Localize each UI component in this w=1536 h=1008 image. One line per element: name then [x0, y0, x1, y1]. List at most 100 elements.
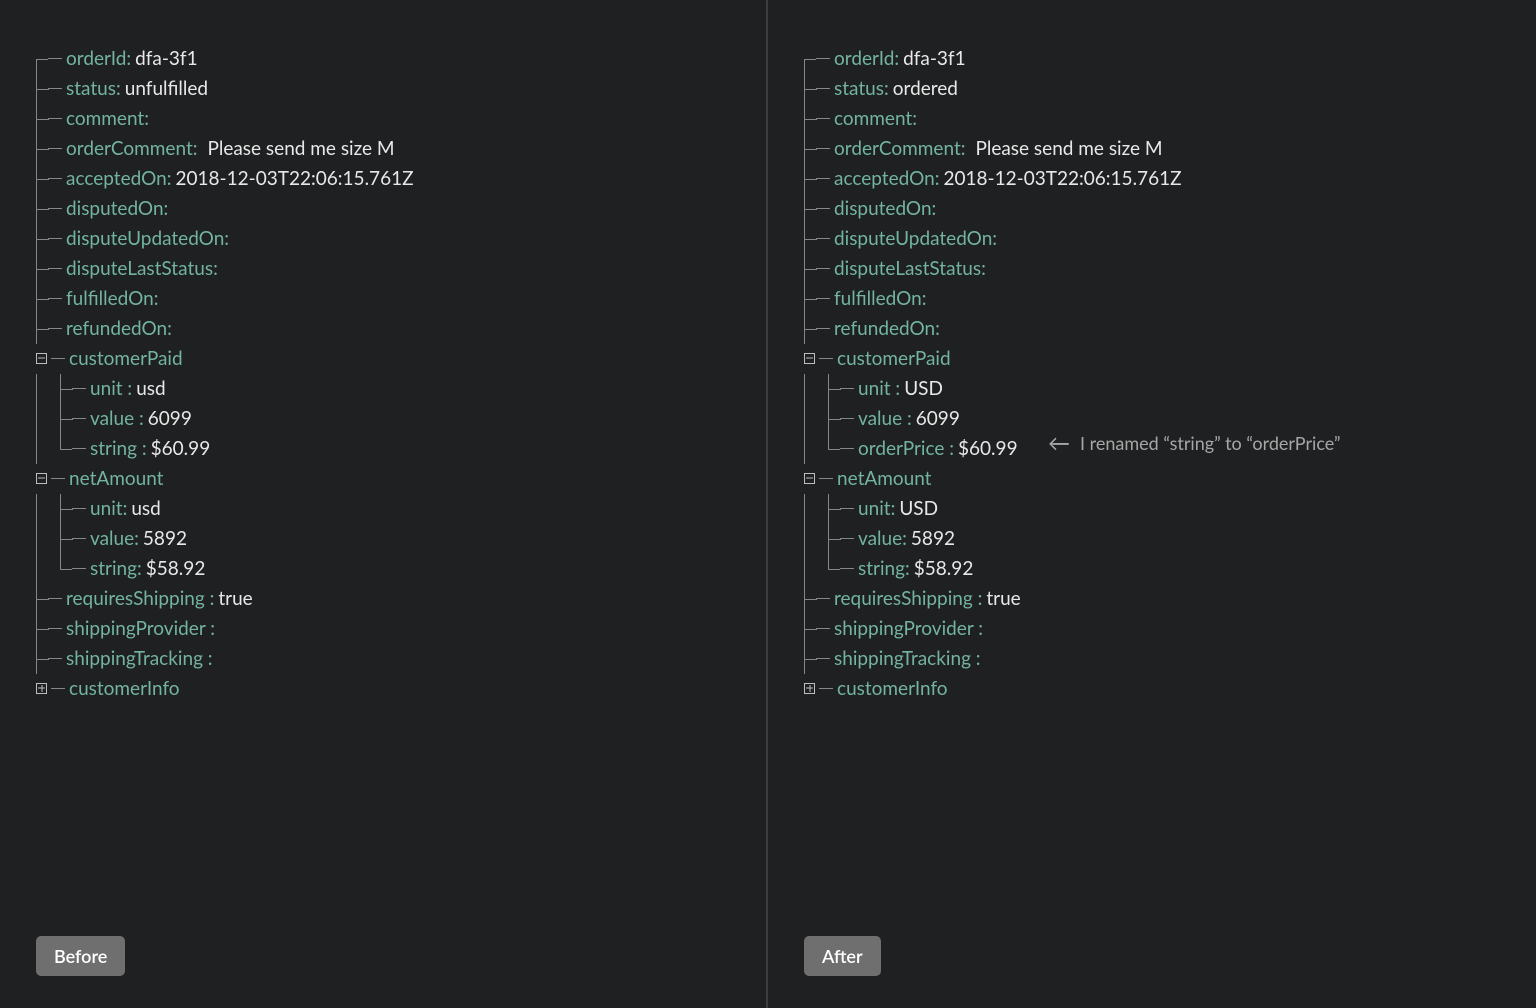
tree-row: disputeLastStatus:	[804, 254, 1536, 284]
val-unit: usd	[136, 374, 165, 403]
key-disputelaststatus: disputeLastStatus:	[834, 254, 986, 283]
key-shippingtracking: shippingTracking :	[834, 644, 981, 673]
tree-row: disputeUpdatedOn:	[804, 224, 1536, 254]
key-string: string :	[90, 434, 147, 463]
tree-row: requiresShipping :true	[804, 584, 1536, 614]
key-comment: comment:	[66, 104, 149, 133]
annotation-text: I renamed “string” to “orderPrice”	[1080, 432, 1341, 454]
key-orderid: orderId:	[66, 44, 131, 73]
key-fulfilledon: fulfilledOn:	[834, 284, 926, 313]
key-netamount: netAmount	[69, 464, 163, 493]
val-requiresshipping: true	[986, 584, 1020, 613]
key-value: value :	[858, 404, 912, 433]
key-value: value:	[90, 524, 139, 553]
arrow-left-icon: ←	[1048, 432, 1070, 454]
collapse-toggle[interactable]	[36, 473, 47, 484]
key-disputelaststatus: disputeLastStatus:	[66, 254, 218, 283]
after-tree: orderId:dfa-3f1 status:ordered comment: …	[804, 44, 1536, 704]
tree-row: status:ordered	[804, 74, 1536, 104]
key-disputedon: disputedOn:	[66, 194, 168, 223]
key-unit: unit:	[858, 494, 895, 523]
key-shippingprovider: shippingProvider :	[66, 614, 215, 643]
key-value: value :	[90, 404, 144, 433]
key-comment: comment:	[834, 104, 917, 133]
tree-row: refundedOn:	[804, 314, 1536, 344]
key-disputeupdatedon: disputeUpdatedOn:	[66, 224, 229, 253]
tree-row: refundedOn:	[36, 314, 766, 344]
val-value: 6099	[916, 404, 960, 433]
tree-row: value :6099	[36, 404, 766, 434]
key-unit: unit :	[858, 374, 900, 403]
collapse-toggle[interactable]	[804, 473, 815, 484]
key-disputedon: disputedOn:	[834, 194, 936, 223]
key-orderid: orderId:	[834, 44, 899, 73]
key-status: status:	[66, 74, 121, 103]
tree-row: fulfilledOn:	[36, 284, 766, 314]
tree-row: orderComment: Please send me size M	[804, 134, 1536, 164]
tree-row: comment:	[36, 104, 766, 134]
val-unit: USD	[904, 374, 943, 403]
val-status: unfulfilled	[125, 74, 208, 103]
expand-toggle[interactable]	[36, 683, 47, 694]
tree-row: fulfilledOn:	[804, 284, 1536, 314]
key-disputeupdatedon: disputeUpdatedOn:	[834, 224, 997, 253]
before-badge: Before	[36, 936, 125, 976]
tree-row: string :$60.99	[36, 434, 766, 464]
tree-row: orderComment:Please send me size M	[36, 134, 766, 164]
val-acceptedon: 2018-12-03T22:06:15.761Z	[943, 164, 1181, 193]
tree-row: value :6099	[804, 404, 1536, 434]
tree-row: shippingProvider :	[36, 614, 766, 644]
after-badge: After	[804, 936, 881, 976]
tree-row: disputeUpdatedOn:	[36, 224, 766, 254]
key-refundedon: refundedOn:	[834, 314, 940, 343]
tree-row: customerPaid	[804, 344, 1536, 374]
val-ordercomment: Please send me size M	[208, 134, 395, 163]
tree-row: unit:USD	[804, 494, 1536, 524]
tree-row: orderId:dfa-3f1	[36, 44, 766, 74]
val-orderid: dfa-3f1	[903, 44, 965, 73]
tree-row: requiresShipping :true	[36, 584, 766, 614]
val-string: $58.92	[146, 554, 206, 583]
collapse-toggle[interactable]	[804, 353, 815, 364]
tree-row: status:unfulfilled	[36, 74, 766, 104]
key-fulfilledon: fulfilledOn:	[66, 284, 158, 313]
after-panel: orderId:dfa-3f1 status:ordered comment: …	[768, 0, 1536, 1008]
key-unit: unit:	[90, 494, 127, 523]
annotation-rename: ← I renamed “string” to “orderPrice”	[1048, 432, 1341, 454]
val-string: $60.99	[151, 434, 211, 463]
collapse-toggle[interactable]	[36, 353, 47, 364]
tree-row: shippingTracking :	[804, 644, 1536, 674]
val-requiresshipping: true	[218, 584, 252, 613]
val-value: 5892	[911, 524, 955, 553]
tree-row: string:$58.92	[36, 554, 766, 584]
key-customerpaid: customerPaid	[69, 344, 183, 373]
val-orderid: dfa-3f1	[135, 44, 197, 73]
val-acceptedon: 2018-12-03T22:06:15.761Z	[175, 164, 413, 193]
tree-row: acceptedOn:2018-12-03T22:06:15.761Z	[804, 164, 1536, 194]
val-value: 6099	[148, 404, 192, 433]
key-customerinfo: customerInfo	[69, 674, 180, 703]
tree-row: value:5892	[36, 524, 766, 554]
expand-toggle[interactable]	[804, 683, 815, 694]
tree-row: unit:usd	[36, 494, 766, 524]
key-acceptedon: acceptedOn:	[834, 164, 939, 193]
key-refundedon: refundedOn:	[66, 314, 172, 343]
key-requiresshipping: requiresShipping :	[834, 584, 982, 613]
val-orderprice: $60.99	[958, 434, 1018, 463]
key-shippingprovider: shippingProvider :	[834, 614, 983, 643]
tree-row: disputedOn:	[804, 194, 1536, 224]
tree-row: unit :usd	[36, 374, 766, 404]
tree-row: customerInfo	[804, 674, 1536, 704]
key-netamount: netAmount	[837, 464, 931, 493]
key-ordercomment: orderComment:	[834, 134, 966, 163]
val-unit: USD	[899, 494, 938, 523]
val-ordercomment: Please send me size M	[976, 134, 1163, 163]
key-unit: unit :	[90, 374, 132, 403]
key-customerinfo: customerInfo	[837, 674, 948, 703]
val-value: 5892	[143, 524, 187, 553]
key-shippingtracking: shippingTracking :	[66, 644, 213, 673]
tree-row: netAmount	[804, 464, 1536, 494]
key-requiresshipping: requiresShipping :	[66, 584, 214, 613]
tree-row: shippingProvider :	[804, 614, 1536, 644]
tree-row: disputeLastStatus:	[36, 254, 766, 284]
